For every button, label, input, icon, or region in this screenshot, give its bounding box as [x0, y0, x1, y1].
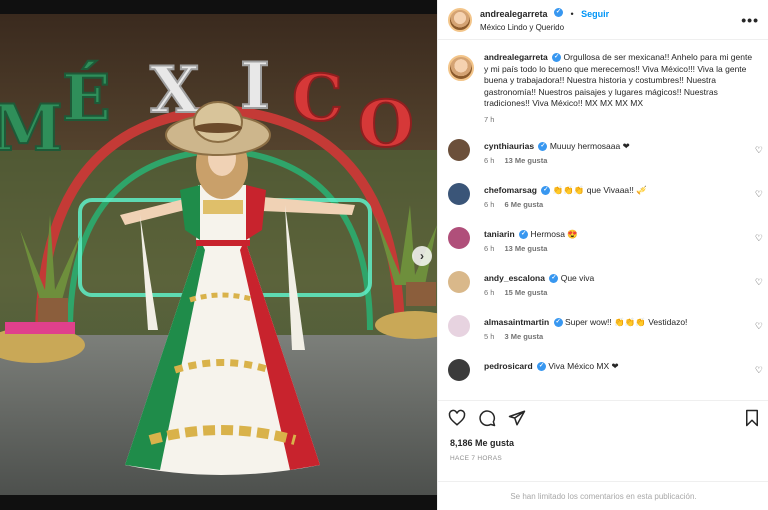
verified-badge-icon: ✓ — [552, 53, 562, 63]
comment-text: Viva México MX ❤ — [548, 361, 619, 371]
sign-letter-o: O — [358, 87, 414, 162]
follow-button[interactable]: Seguir — [581, 9, 609, 19]
author-avatar[interactable] — [448, 7, 472, 32]
verified-badge-icon: ✓ — [541, 186, 551, 196]
post-header: andrealegarreta ✓ • Seguir México Lindo … — [438, 0, 768, 40]
sign-letter-i: I — [240, 49, 270, 124]
comment-likes[interactable]: 6 Me gusta — [504, 200, 543, 209]
like-comment-heart-icon[interactable]: ♡ — [755, 233, 763, 244]
comment-avatar[interactable] — [448, 183, 470, 205]
comments-limited-notice: Se han limitado los comentarios en esta … — [438, 481, 768, 510]
like-comment-heart-icon[interactable]: ♡ — [755, 365, 763, 376]
carousel-next-button[interactable]: › — [412, 246, 432, 266]
comment-time: 5 h — [484, 332, 495, 341]
caption-username[interactable]: andrealegarreta — [484, 52, 548, 62]
comment-item: almasaintmartin ✓ Super wow!! 👏👏👏 Vestid… — [438, 311, 768, 355]
comment-avatar[interactable] — [448, 271, 470, 293]
comment-item: taniarin ✓ Hermosa 😍 6 h 13 Me gusta ♡ — [438, 223, 768, 267]
comment-username[interactable]: chefomarsag — [484, 185, 537, 195]
comment-username[interactable]: taniarin — [484, 229, 515, 239]
comment-item: andy_escalona ✓ Que viva 6 h 15 Me gusta … — [438, 267, 768, 311]
caption-time: 7 h — [484, 114, 495, 124]
verified-badge-icon: ✓ — [553, 318, 563, 328]
comment-bubble-icon[interactable] — [478, 409, 496, 427]
verified-badge-icon: ✓ — [554, 7, 563, 17]
post-timestamp: HACE 7 HORAS — [450, 455, 503, 462]
comment-time: 6 h — [484, 288, 495, 297]
like-comment-heart-icon[interactable]: ♡ — [755, 145, 763, 156]
likes-count[interactable]: 8,186 Me gusta — [450, 438, 514, 448]
comment-avatar[interactable] — [448, 315, 470, 337]
comment-text: Muuuy hermosaaa ❤ — [549, 141, 630, 151]
verified-badge-icon: ✓ — [519, 230, 529, 240]
comment-likes[interactable]: 15 Me gusta — [504, 288, 547, 297]
comment-username[interactable]: andy_escalona — [484, 273, 545, 283]
post-location[interactable]: México Lindo y Querido — [480, 21, 609, 34]
comment-item: pedrosicard ✓ Viva México MX ❤ ♡ — [438, 355, 768, 399]
verified-badge-icon: ✓ — [537, 362, 547, 372]
comment-avatar[interactable] — [448, 227, 470, 249]
comment-time: 6 h — [484, 200, 495, 209]
comment-text: Que viva — [560, 273, 595, 283]
comment-likes[interactable]: 3 Me gusta — [504, 332, 543, 341]
separator-dot: • — [570, 8, 574, 19]
comment-username[interactable]: cynthiaurias — [484, 141, 534, 151]
sign-letter-e: É — [62, 61, 111, 136]
post-details-panel: andrealegarreta ✓ • Seguir México Lindo … — [437, 0, 768, 510]
comment-item: chefomarsag ✓ 👏👏👏 que Vivaaa!! 🎺 6 h 6 Me… — [438, 179, 768, 223]
verified-badge-icon: ✓ — [538, 142, 548, 152]
caption-avatar[interactable] — [448, 55, 474, 81]
like-comment-heart-icon[interactable]: ♡ — [755, 321, 763, 332]
bookmark-icon[interactable] — [743, 409, 761, 427]
comment-avatar[interactable] — [448, 359, 470, 381]
comment-likes[interactable]: 13 Me gusta — [504, 244, 547, 253]
comment-likes[interactable]: 13 Me gusta — [504, 156, 547, 165]
sign-letter-m: M — [0, 91, 63, 166]
post-image: M É X I C O › — [0, 0, 437, 510]
like-heart-icon[interactable] — [448, 409, 466, 427]
verified-badge-icon: ✓ — [549, 274, 559, 284]
comment-time: 6 h — [484, 244, 495, 253]
post-photo: M É X I C O — [0, 0, 437, 510]
comment-avatar[interactable] — [448, 139, 470, 161]
comment-text: Super wow!! 👏👏👏 Vestidazo! — [564, 317, 688, 327]
like-comment-heart-icon[interactable]: ♡ — [755, 277, 763, 288]
post-actions: 8,186 Me gusta HACE 7 HORAS Se han limit… — [438, 400, 768, 510]
post-caption: andrealegarreta ✓ Orgullosa de ser mexic… — [438, 44, 768, 125]
comment-time: 6 h — [484, 156, 495, 165]
comments-list[interactable]: andrealegarreta ✓ Orgullosa de ser mexic… — [438, 44, 768, 400]
comment-username[interactable]: pedrosicard — [484, 361, 533, 371]
author-username[interactable]: andrealegarreta — [480, 9, 548, 19]
comment-username[interactable]: almasaintmartin — [484, 317, 549, 327]
share-send-icon[interactable] — [508, 409, 526, 427]
comment-item: cynthiaurias ✓ Muuuy hermosaaa ❤ 6 h 13 M… — [438, 135, 768, 179]
comment-text: 👏👏👏 que Vivaaa!! 🎺 — [552, 185, 647, 195]
like-comment-heart-icon[interactable]: ♡ — [755, 189, 763, 200]
more-options-icon[interactable]: ••• — [741, 12, 759, 28]
sign-letter-c: C — [292, 61, 343, 136]
comment-text: Hermosa 😍 — [530, 229, 578, 239]
